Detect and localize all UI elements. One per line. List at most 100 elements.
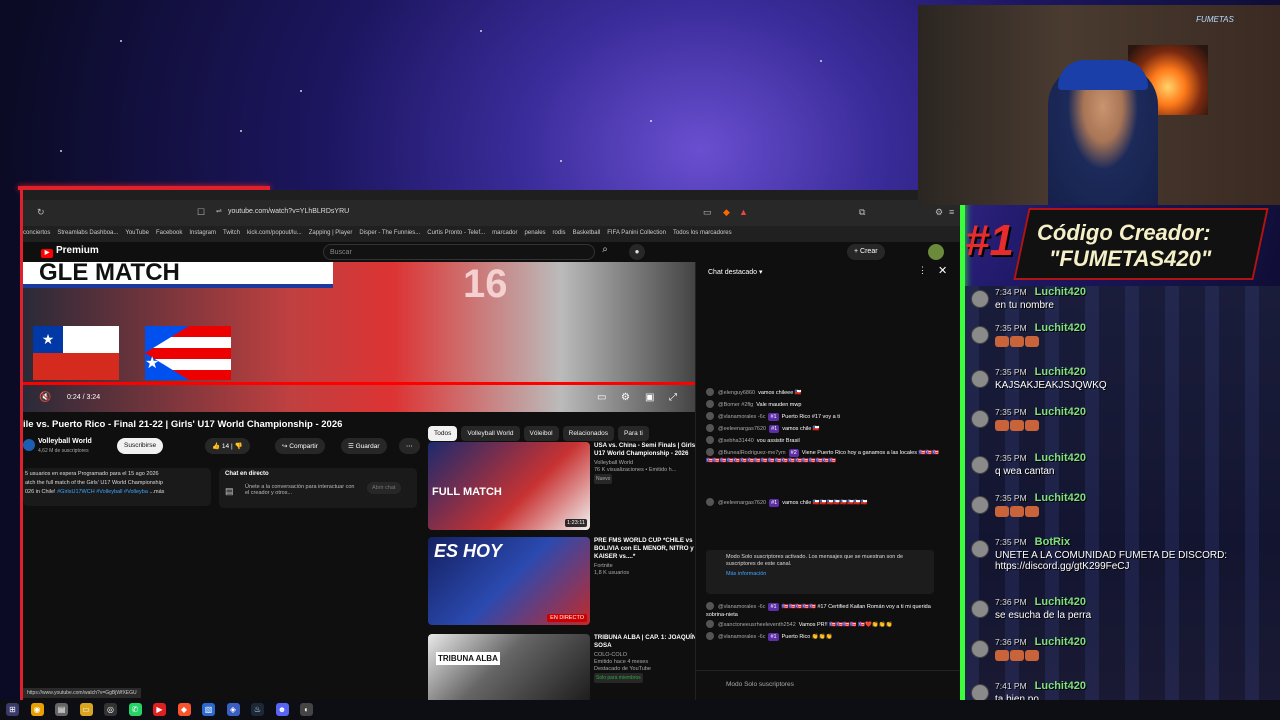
channel-name[interactable]: Volleyball World [38,438,92,445]
files-icon[interactable]: ▤ [55,703,68,716]
chip-relacionados[interactable]: Relacionados [562,426,615,441]
start-icon[interactable]: ⊞ [6,703,19,716]
bookmark-item[interactable]: rodis [553,230,566,236]
search-icon[interactable]: ⌕ [597,244,613,260]
chip-volleyball-world[interactable]: Volleyball World [461,426,520,441]
rec-2-thumbnail[interactable]: ES HOY EN DIRECTO [428,537,590,625]
site-info-icon[interactable]: ⇌ [216,207,222,215]
bookmark-item[interactable]: FIFA Panini Collection [607,230,666,236]
chat-avatar[interactable] [706,436,714,444]
bookmark-item[interactable]: penales [525,230,546,236]
brave-rewards-icon[interactable]: ▲ [739,207,748,217]
fullscreen-icon[interactable]: ⤢ [669,392,677,403]
share-button[interactable]: ↪ Compartir [275,438,325,454]
discord-icon[interactable]: ☻ [275,703,289,716]
obs-icon[interactable]: ◎ [104,703,117,716]
chat-username[interactable]: @sebha31440 [718,438,754,444]
open-chat-button[interactable]: Abrir chat [367,482,401,494]
bookmark-item[interactable]: Zapping | Player [309,230,353,236]
chat-input[interactable]: Modo Solo suscriptores [696,670,960,698]
chat-avatar[interactable] [706,388,714,396]
microphone-icon[interactable]: ● [629,244,645,260]
steam-icon[interactable]: ♨ [251,703,264,716]
reload-icon[interactable]: ↻ [37,207,45,218]
chip-para-ti[interactable]: Para ti [618,426,649,441]
recommendation-2[interactable]: ES HOY EN DIRECTO PRE FMS WORLD CUP *CHI… [428,537,703,629]
recommendation-3[interactable]: TRIBUNA ALBA TRIBUNA ALBA | CAP. 1: JOAQ… [428,634,703,700]
bookmark-item[interactable]: Basketball [573,230,601,236]
captions-icon[interactable]: ▭ [597,392,606,403]
url-text[interactable]: youtube.com/watch?v=YLhBLRDsYRU [228,208,349,215]
channel-avatar[interactable] [23,439,35,451]
youtube-icon[interactable]: ▶ [153,703,166,716]
subscribe-button[interactable]: Suscribirse [117,438,164,454]
chat-avatar[interactable] [706,602,714,610]
rec-1-thumbnail[interactable]: FULL MATCH 1:23:11 [428,442,590,530]
volume-muted-icon[interactable]: 🔇 [39,392,51,403]
bookmark-item[interactable]: Twitch [223,230,240,236]
desc-hashtags[interactable]: #GirlsU17WCH #Volleyball #Volleyba [57,489,148,495]
bookmark-item[interactable]: Instagram [189,230,216,236]
progress-bar[interactable] [23,382,695,385]
bookmark-item[interactable]: Streamlabs Dashboa... [57,230,118,236]
bookmark-item[interactable]: Facebook [156,230,182,236]
settings-icon[interactable]: ⚙ [935,207,943,218]
game-icon[interactable]: ◐ [300,703,313,716]
chat-username[interactable]: @vlanamorales -6c [718,604,765,610]
desc-more[interactable]: ...más [149,489,164,495]
brave-shield-icon[interactable]: ◆ [723,207,730,218]
chat-username[interactable]: @vlanamorales -6c [718,414,765,420]
chat-username[interactable]: @BunealRodriguez-me7ym [718,450,786,456]
bookmark-item[interactable]: kick.com/popout/lu... [247,230,302,236]
bookmark-item[interactable]: Curtis Pronto - Telef... [427,230,485,236]
chat-avatar[interactable] [706,620,714,628]
settings-gear-icon[interactable]: ⚙ [621,392,630,403]
install-icon[interactable]: ▭ [703,207,712,218]
chat-avatar[interactable] [706,400,714,408]
chat-avatar[interactable] [706,412,714,420]
rec-2-title[interactable]: PRE FMS WORLD CUP *CHILE vs BOLIVIA con … [594,537,702,561]
bookmark-item[interactable]: Disper - The Funnies... [359,230,420,236]
chat-avatar[interactable] [706,448,714,456]
rec-3-thumbnail[interactable]: TRIBUNA ALBA [428,634,590,700]
account-avatar[interactable] [928,244,944,260]
more-actions-button[interactable]: ⋯ [399,438,420,454]
chat-avatar[interactable] [706,424,714,432]
folder-icon[interactable]: ▭ [79,703,93,716]
whatsapp-icon[interactable]: ✆ [128,703,142,716]
save-button[interactable]: ☰ Guardar [341,438,387,454]
chat-username[interactable]: @Bomer #2flg [718,402,753,408]
bookmark-item[interactable]: conciertos [23,230,50,236]
description-box[interactable]: 5 usuarios en espera Programado para el … [23,468,211,506]
youtube-logo[interactable]: ▶ Premium [41,245,99,258]
like-button[interactable]: 👍 14 | 👎 [205,438,250,454]
chat-username[interactable]: @vlanamorales -6c [718,634,765,640]
search-input[interactable]: Buscar [323,244,595,260]
chat-username[interactable]: @eeleenargas7620 [718,500,766,506]
bookmark-item[interactable]: marcador [492,230,517,236]
recommendation-1[interactable]: FULL MATCH 1:23:11 USA vs. China - Semi … [428,442,703,534]
chat-username[interactable]: @eeleenargas7620 [718,426,766,432]
bookmark-item[interactable]: YouTube [125,230,149,236]
chat-username[interactable]: @sanctoneeusrheeleventh2542 [718,622,796,628]
chip-todos[interactable]: Todos [428,426,458,441]
menu-icon[interactable]: ≡ [949,207,954,217]
chat-avatar[interactable] [706,632,714,640]
editor-icon[interactable]: ▧ [202,703,215,716]
chat-avatar[interactable] [706,498,714,506]
app-icon[interactable]: ◈ [226,703,240,716]
create-button[interactable]: + Crear [847,244,885,260]
video-player[interactable]: GLE MATCH 16 🔇 0:24 / 3:24 ▭ ⚙ ▣ ⤢ [23,262,695,412]
chat-close-icon[interactable]: ✕ [938,264,947,277]
miniplayer-icon[interactable]: ▣ [645,392,654,403]
rec-1-title[interactable]: USA vs. China - Semi Finals | Girls' U17… [594,442,702,458]
more-info-link[interactable]: Más información [726,571,930,578]
chat-more-icon[interactable]: ⋮ [918,265,927,276]
extensions-icon[interactable]: ⧉ [859,207,865,218]
chat-header[interactable]: Chat destacado ▾ [708,268,763,276]
brave-icon[interactable]: ◆ [177,703,191,716]
bookmark-icon[interactable]: ☐ [197,207,205,218]
chip-v-leibol[interactable]: Vóleibol [523,426,559,441]
chat-username[interactable]: @elenguy6860 [718,390,755,396]
bookmark-item[interactable]: Todos los marcadores [673,230,732,236]
